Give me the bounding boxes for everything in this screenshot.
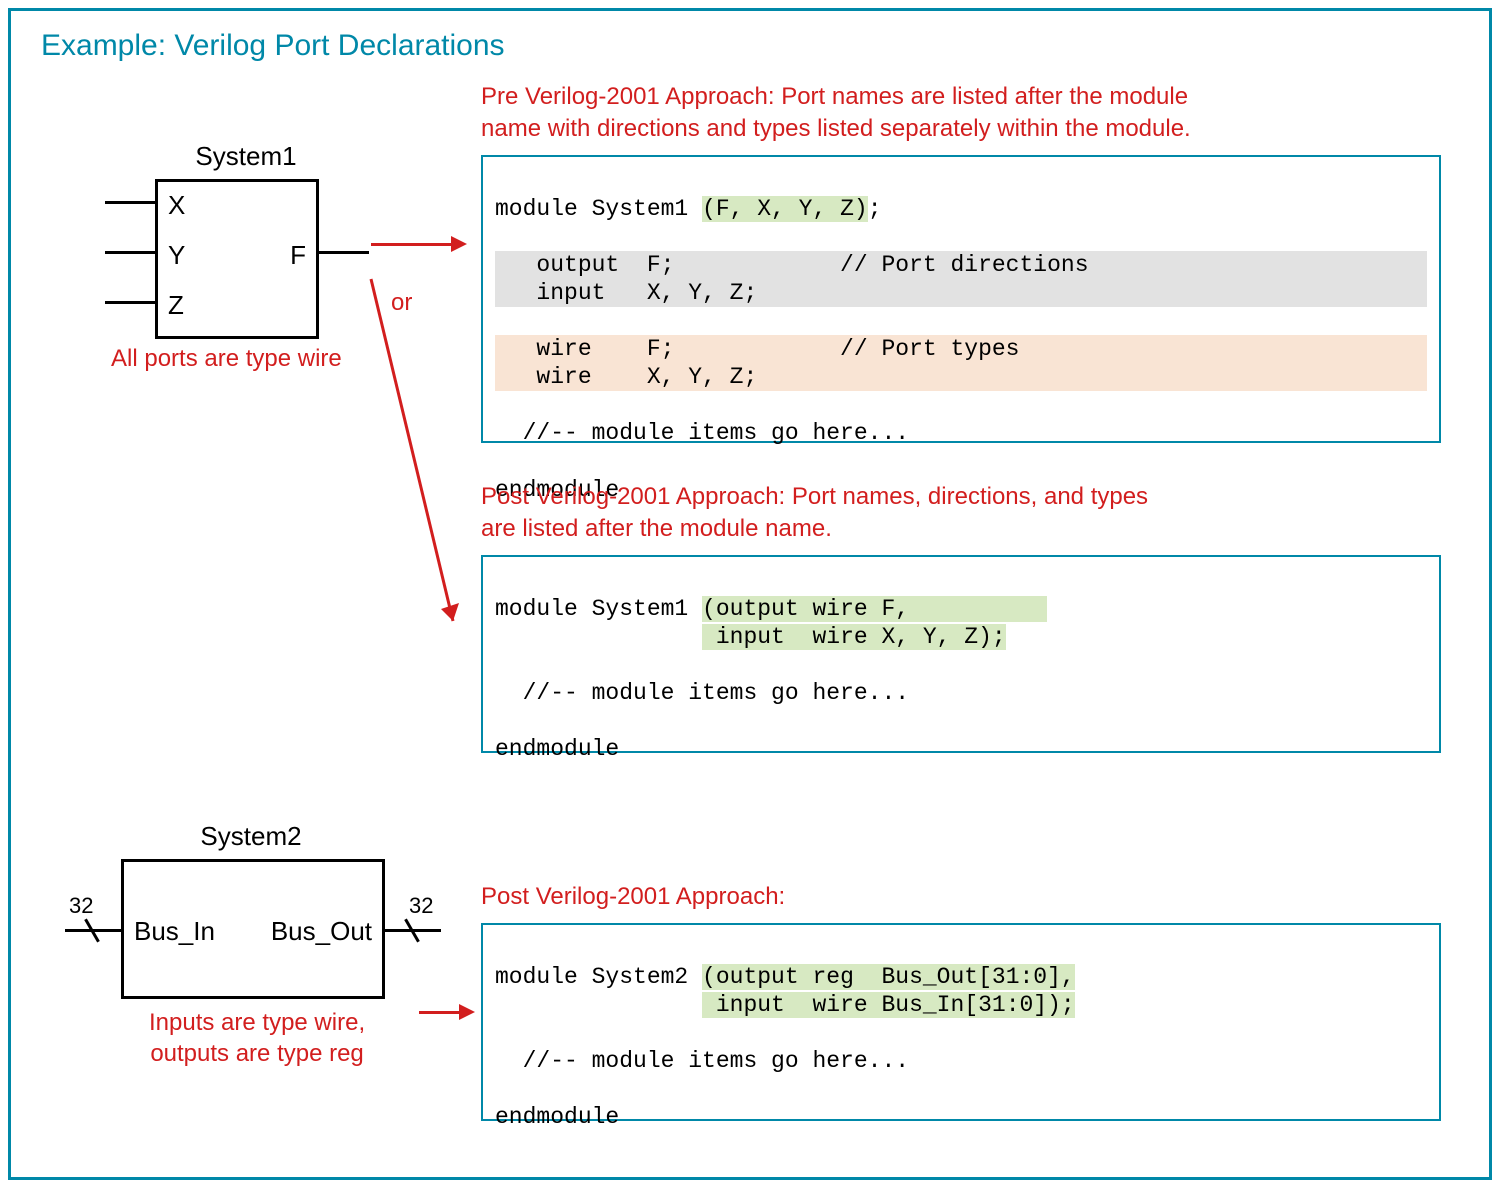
port-wire-z bbox=[105, 301, 155, 304]
system1-box: X Y Z F bbox=[155, 179, 319, 339]
code-text: module System2 (output reg Bus_Out[31:0]… bbox=[495, 964, 1075, 1130]
code-text: module System1 (output wire F, input wir… bbox=[495, 596, 1047, 762]
bus-in-width: 32 bbox=[69, 893, 93, 919]
code-text: module System1 (F, X, Y, Z); output F; /… bbox=[495, 196, 1427, 502]
system1-diagram: System1 X Y Z F All ports are type wire bbox=[71, 141, 381, 178]
arrow-to-pre2001 bbox=[371, 243, 451, 246]
figure-frame: Example: Verilog Port Declarations Syste… bbox=[8, 8, 1492, 1180]
system2-diagram: System2 32 32 Bus_In Bus_Out Inputs are … bbox=[51, 821, 421, 858]
post2001b-heading: Post Verilog-2001 Approach: bbox=[481, 881, 785, 913]
arrow-head-pre2001 bbox=[451, 236, 467, 252]
pre2001-heading: Pre Verilog-2001 Approach: Port names ar… bbox=[481, 81, 1191, 144]
pre2001-codebox: module System1 (F, X, Y, Z); output F; /… bbox=[481, 155, 1441, 443]
bus-out-label: Bus_Out bbox=[271, 916, 372, 947]
post2001a-heading: Post Verilog-2001 Approach: Port names, … bbox=[481, 481, 1148, 544]
system1-name: System1 bbox=[71, 141, 381, 172]
system2-box: Bus_In Bus_Out bbox=[121, 859, 385, 999]
figure-title: Example: Verilog Port Declarations bbox=[41, 29, 505, 63]
post2001b-codebox: module System2 (output reg Bus_Out[31:0]… bbox=[481, 923, 1441, 1121]
system2-caption: Inputs are type wire, outputs are type r… bbox=[149, 1007, 365, 1069]
arrow-to-post2001b bbox=[419, 1011, 459, 1014]
port-wire-f bbox=[319, 251, 369, 254]
system1-caption: All ports are type wire bbox=[111, 345, 342, 373]
bus-in-label: Bus_In bbox=[134, 916, 215, 947]
system2-name: System2 bbox=[51, 821, 421, 852]
arrow-to-post2001 bbox=[363, 271, 473, 651]
port-z: Z bbox=[168, 290, 184, 321]
bus-out-width: 32 bbox=[409, 893, 433, 919]
port-x: X bbox=[168, 190, 185, 221]
port-f: F bbox=[290, 240, 306, 271]
port-wire-y bbox=[105, 251, 155, 254]
port-y: Y bbox=[168, 240, 185, 271]
arrow-head-post2001b bbox=[459, 1004, 475, 1020]
post2001a-codebox: module System1 (output wire F, input wir… bbox=[481, 555, 1441, 753]
port-wire-x bbox=[105, 201, 155, 204]
